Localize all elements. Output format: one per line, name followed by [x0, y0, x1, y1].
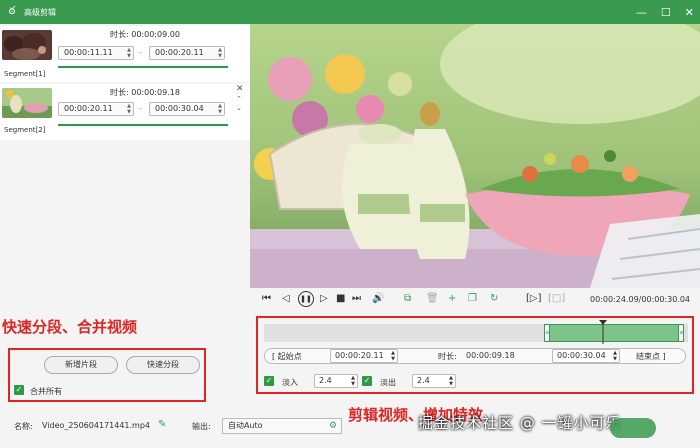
maximize-icon[interactable]: ☐	[661, 6, 671, 19]
copy-icon[interactable]: ❐	[468, 293, 477, 304]
add-segment-button[interactable]: 新增片段	[44, 356, 118, 374]
gear-icon[interactable]: ⚙	[329, 419, 337, 433]
name-label: 名称:	[14, 422, 33, 431]
segment-item[interactable]: Segment[1] 时长: 00:00:09.00 00:00:11.11 ▲ ▼…	[0, 26, 250, 82]
segment-range-bar	[58, 66, 228, 68]
app-logo-icon: ఠ	[8, 4, 16, 17]
pause-icon[interactable]: ❚❚	[298, 291, 314, 307]
video-preview[interactable]	[250, 24, 700, 288]
chevron-up-icon[interactable]: ⌃	[236, 95, 242, 103]
segment-thumbnail	[2, 88, 52, 118]
player-controls: ⏮ ◁ ❚❚ ▷ ■ ⏭ 🔊 ⧉ 🗑 + ❐ ↻ [▷] [□] 00:00:2…	[250, 288, 700, 312]
spin-arrows-icon[interactable]: ▲ ▼	[127, 47, 131, 59]
edit-name-icon[interactable]: ✎	[158, 419, 166, 430]
segment-thumbnail	[2, 30, 52, 60]
segment-duration: 时长: 00:00:09.00	[110, 30, 180, 39]
segment-duration: 时长: 00:00:09.18	[110, 88, 180, 97]
segment-end-field[interactable]: 00:00:30.04 ▲ ▼	[149, 102, 225, 116]
segment-start-field[interactable]: 00:00:20.11 ▲ ▼	[58, 102, 134, 116]
skip-to-start-icon[interactable]: ⏮	[262, 293, 271, 304]
export-button[interactable]	[610, 418, 656, 438]
mark-out-icon[interactable]: [□]	[548, 293, 565, 304]
skip-to-end-icon[interactable]: ⏭	[352, 293, 361, 304]
delete-icon[interactable]: 🗑	[426, 293, 439, 304]
highlight-box-right	[256, 316, 694, 394]
title-bar: ఠ 高级剪辑 — ☐ ✕	[0, 0, 700, 24]
output-label: 输出:	[192, 422, 211, 431]
split-icon[interactable]: ⧉	[404, 293, 411, 304]
merge-all-checkbox[interactable]: ✓	[14, 385, 24, 395]
refresh-icon[interactable]: ↻	[490, 293, 498, 304]
annotation-left: 快速分段、合并视频	[2, 318, 138, 336]
chevron-down-icon[interactable]: ⌄	[236, 104, 242, 112]
step-forward-icon[interactable]: ▷	[320, 293, 328, 304]
segment-end-field[interactable]: 00:00:20.11 ▲ ▼	[149, 46, 225, 60]
merge-all-label: 合并所有	[30, 387, 62, 396]
quick-split-button[interactable]: 快速分段	[126, 356, 200, 374]
filename: Video_250604171441.mp4	[42, 421, 150, 430]
close-icon[interactable]: ✕	[236, 84, 244, 94]
volume-icon[interactable]: 🔊	[372, 293, 384, 304]
spin-arrows-icon[interactable]: ▲ ▼	[218, 103, 222, 115]
minimize-icon[interactable]: —	[636, 6, 647, 19]
spin-arrows-icon[interactable]: ▲ ▼	[218, 47, 222, 59]
segment-range-bar	[58, 124, 228, 126]
stop-icon[interactable]: ■	[336, 293, 345, 304]
window-title: 高级剪辑	[24, 7, 56, 17]
separator: -	[139, 48, 142, 57]
watermark: 掘金技术社区 @ 一罐小可乐	[418, 414, 622, 432]
time-display: 00:00:24.09/00:00:30.04	[590, 295, 690, 304]
mark-in-icon[interactable]: [▷]	[526, 293, 542, 304]
step-back-icon[interactable]: ◁	[282, 293, 290, 304]
segment-item[interactable]: Segment[2] 时长: 00:00:09.18 00:00:20.11 ▲ ▼…	[0, 84, 250, 140]
output-select[interactable]: 自动Auto ⚙	[222, 418, 342, 434]
separator: -	[139, 104, 142, 113]
add-icon[interactable]: +	[448, 293, 456, 304]
segment-start-field[interactable]: 00:00:11.11 ▲ ▼	[58, 46, 134, 60]
segment-label: Segment[2]	[4, 126, 46, 134]
segment-label: Segment[1]	[4, 70, 46, 78]
spin-arrows-icon[interactable]: ▲ ▼	[127, 103, 131, 115]
close-icon[interactable]: ✕	[685, 6, 694, 19]
